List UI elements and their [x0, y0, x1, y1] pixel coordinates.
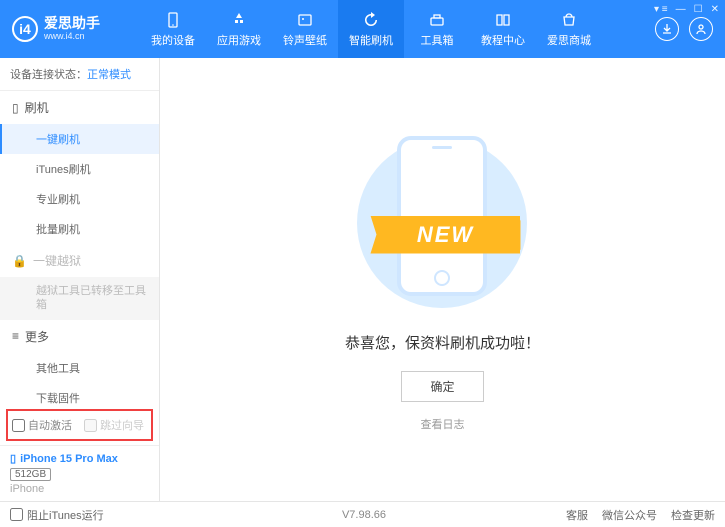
menu-icon[interactable]: ▾ ≡	[654, 4, 668, 15]
toolbox-icon	[427, 11, 447, 29]
logo[interactable]: i4 爱思助手 www.i4.cn	[12, 16, 140, 42]
skip-guide-checkbox[interactable]: 跳过向导	[84, 417, 144, 433]
device-type: iPhone	[10, 483, 149, 495]
success-illustration: NEW	[352, 128, 532, 318]
footer-wechat[interactable]: 微信公众号	[602, 507, 657, 523]
window-controls: ▾ ≡ — ☐ ✕	[654, 4, 719, 15]
lock-icon: 🔒	[12, 254, 27, 268]
menu-pro-flash[interactable]: 专业刷机	[0, 184, 159, 214]
top-nav: 我的设备 应用游戏 铃声壁纸 智能刷机 工具箱 教程中心 爱思商城	[140, 0, 655, 58]
new-ribbon: NEW	[370, 216, 520, 254]
main-content: NEW 恭喜您，保资料刷机成功啦！ 确定 查看日志	[160, 58, 725, 501]
nav-my-device[interactable]: 我的设备	[140, 0, 206, 58]
image-icon	[295, 11, 315, 29]
device-small-icon: ▯	[10, 452, 16, 465]
refresh-icon	[361, 11, 381, 29]
ok-button[interactable]: 确定	[401, 371, 483, 402]
menu-batch-flash[interactable]: 批量刷机	[0, 214, 159, 244]
logo-icon: i4	[12, 16, 38, 42]
minimize-icon[interactable]: —	[676, 4, 686, 15]
success-message: 恭喜您，保资料刷机成功啦！	[345, 332, 540, 353]
book-icon	[493, 11, 513, 29]
nav-store[interactable]: 爱思商城	[536, 0, 602, 58]
nav-apps[interactable]: 应用游戏	[206, 0, 272, 58]
jailbreak-moved-note: 越狱工具已转移至工具箱	[0, 277, 159, 320]
section-more[interactable]: ≡ 更多	[0, 320, 159, 353]
nav-flash[interactable]: 智能刷机	[338, 0, 404, 58]
device-storage: 512GB	[10, 468, 51, 481]
menu-one-click-flash[interactable]: 一键刷机	[0, 124, 159, 154]
store-icon	[559, 11, 579, 29]
menu-download-firmware[interactable]: 下载固件	[0, 383, 159, 405]
menu-itunes-flash[interactable]: iTunes刷机	[0, 154, 159, 184]
auto-activate-checkbox[interactable]: 自动激活	[12, 417, 72, 433]
nav-tutorials[interactable]: 教程中心	[470, 0, 536, 58]
maximize-icon[interactable]: ☐	[694, 4, 703, 15]
phone-icon: ▯	[12, 101, 19, 115]
block-itunes-checkbox[interactable]: 阻止iTunes运行	[10, 507, 104, 523]
options-highlight-box: 自动激活 跳过向导	[6, 409, 153, 441]
sidebar: 设备连接状态：正常模式 ▯ 刷机 一键刷机 iTunes刷机 专业刷机 批量刷机…	[0, 58, 160, 501]
nav-toolbox[interactable]: 工具箱	[404, 0, 470, 58]
header: ▾ ≡ — ☐ ✕ i4 爱思助手 www.i4.cn 我的设备 应用游戏 铃声…	[0, 0, 725, 58]
app-url: www.i4.cn	[44, 32, 100, 42]
view-log-link[interactable]: 查看日志	[345, 416, 540, 432]
section-jailbreak: 🔒 一键越狱	[0, 244, 159, 277]
user-button[interactable]	[689, 17, 713, 41]
close-icon[interactable]: ✕	[711, 4, 719, 15]
apps-icon	[229, 11, 249, 29]
device-icon	[163, 11, 183, 29]
device-info[interactable]: ▯ iPhone 15 Pro Max 512GB iPhone	[0, 445, 159, 501]
menu-other-tools[interactable]: 其他工具	[0, 353, 159, 383]
connection-status: 设备连接状态：正常模式	[0, 58, 159, 91]
list-icon: ≡	[12, 329, 19, 343]
section-flash[interactable]: ▯ 刷机	[0, 91, 159, 124]
device-name: iPhone 15 Pro Max	[20, 453, 118, 465]
version-label: V7.98.66	[342, 509, 386, 521]
app-title: 爱思助手	[44, 16, 100, 31]
nav-ringtones[interactable]: 铃声壁纸	[272, 0, 338, 58]
footer-support[interactable]: 客服	[566, 507, 588, 523]
footer: 阻止iTunes运行 V7.98.66 客服 微信公众号 检查更新	[0, 501, 725, 527]
download-button[interactable]	[655, 17, 679, 41]
footer-check-update[interactable]: 检查更新	[671, 507, 715, 523]
